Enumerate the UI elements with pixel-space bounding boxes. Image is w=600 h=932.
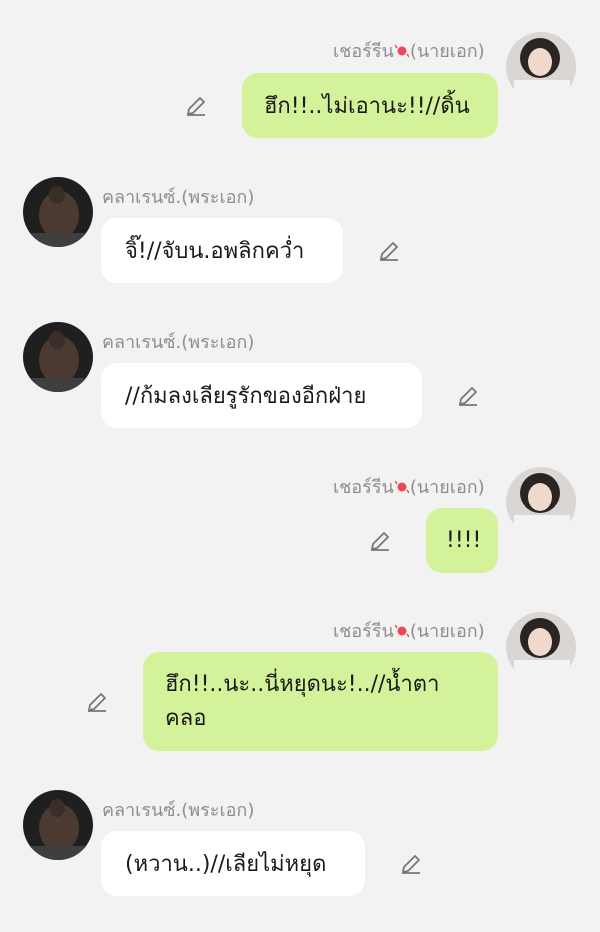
sender-name-left: คลาเรนซ์.(พระเอก) bbox=[102, 187, 255, 208]
avatar-right[interactable] bbox=[506, 32, 576, 102]
candy-icon bbox=[394, 478, 410, 499]
message-bubble[interactable]: ฮึก!!..ไม่เอานะ!!//ดิ้น bbox=[242, 73, 498, 138]
pencil-icon[interactable] bbox=[85, 690, 109, 714]
message-bubble[interactable]: ฮึก!!..นะ..นี่หยุดนะ!..//น้ำตา คลอ bbox=[143, 652, 498, 751]
message-text: !!!! bbox=[446, 528, 482, 553]
message-bubble[interactable]: (หวาน..)//เลียไม่หยุด bbox=[101, 831, 365, 896]
pencil-icon[interactable] bbox=[377, 239, 401, 263]
candy-icon bbox=[394, 622, 410, 643]
message-bubble[interactable]: จิ๊!//จับน.อพลิกคว่ำ bbox=[101, 218, 343, 283]
pencil-icon[interactable] bbox=[456, 384, 480, 408]
message-text: ฮึก!!..ไม่เอานะ!!//ดิ้น bbox=[264, 94, 470, 119]
message-text: จิ๊!//จับน.อพลิกคว่ำ bbox=[125, 239, 305, 264]
avatar-left[interactable] bbox=[23, 177, 93, 247]
message-text: (หวาน..)//เลียไม่หยุด bbox=[125, 852, 327, 877]
avatar-left[interactable] bbox=[23, 322, 93, 392]
message-text: ฮึก!!..นะ..นี่หยุดนะ!..//น้ำตา คลอ bbox=[165, 671, 440, 731]
message-bubble[interactable]: !!!! bbox=[426, 508, 498, 573]
sender-name-part2: (นายเอก) bbox=[409, 477, 485, 498]
message-bubble[interactable]: //ก้มลงเลียรูรักของอีกฝ่าย bbox=[101, 363, 422, 428]
sender-name-part2: (นายเอก) bbox=[409, 41, 485, 62]
avatar-right[interactable] bbox=[506, 467, 576, 537]
sender-name-left: คลาเรนซ์.(พระเอก) bbox=[102, 800, 255, 821]
avatar-right[interactable] bbox=[506, 612, 576, 682]
pencil-icon[interactable] bbox=[368, 529, 392, 553]
avatar-left[interactable] bbox=[23, 790, 93, 860]
sender-name-right: เชอร์รีน (นายเอก) bbox=[333, 616, 485, 645]
message-text: //ก้มลงเลียรูรักของอีกฝ่าย bbox=[125, 384, 367, 409]
chat-thread: เชอร์รีน (นายเอก) ฮึก!!..ไม่เอานะ!!//ดิ้น… bbox=[0, 0, 600, 932]
sender-name-part1: เชอร์รีน bbox=[333, 621, 394, 642]
pencil-icon[interactable] bbox=[184, 94, 208, 118]
sender-name-part1: เชอร์รีน bbox=[333, 41, 394, 62]
sender-name-left: คลาเรนซ์.(พระเอก) bbox=[102, 332, 255, 353]
sender-name-part2: (นายเอก) bbox=[409, 621, 485, 642]
sender-name-right: เชอร์รีน (นายเอก) bbox=[333, 36, 485, 65]
sender-name-part1: เชอร์รีน bbox=[333, 477, 394, 498]
pencil-icon[interactable] bbox=[399, 852, 423, 876]
sender-name-right: เชอร์รีน (นายเอก) bbox=[333, 472, 485, 501]
candy-icon bbox=[394, 42, 410, 63]
